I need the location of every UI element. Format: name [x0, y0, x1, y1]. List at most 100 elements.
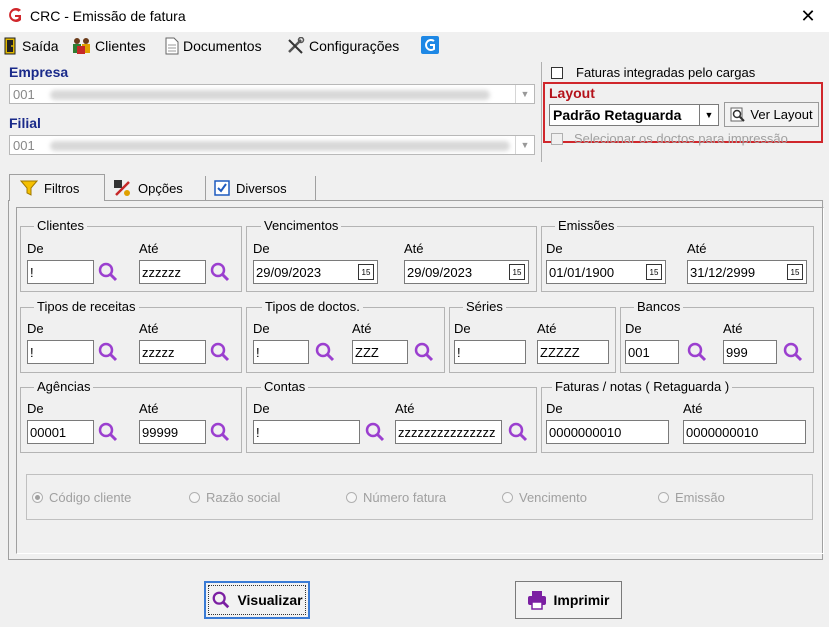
ver-layout-button[interactable]: Ver Layout [724, 102, 819, 127]
series-ate-label: Até [537, 321, 557, 336]
window-title: CRC - Emissão de fatura [30, 8, 186, 24]
search-icon[interactable] [209, 261, 231, 283]
app-logo-icon [9, 8, 21, 22]
search-icon[interactable] [97, 261, 119, 283]
contas-de-label: De [253, 401, 270, 416]
clientes-de-label: De [27, 241, 44, 256]
filial-combo[interactable]: 001 ▼ [9, 135, 535, 155]
bancos-de-input[interactable]: 001 [625, 340, 679, 364]
group-tipos-doctos-title: Tipos de doctos. [262, 299, 363, 314]
tipos-doctos-ate-label: Até [352, 321, 372, 336]
group-contas-title: Contas [261, 379, 309, 394]
selecionar-doctos-checkbox[interactable] [551, 133, 563, 145]
search-icon[interactable] [314, 341, 336, 363]
calendar-icon[interactable]: 15 [787, 264, 803, 280]
agencias-ate-input[interactable]: 99999 [139, 420, 206, 444]
document-icon [165, 37, 179, 55]
calendar-icon[interactable]: 15 [646, 264, 662, 280]
vencimentos-de-input[interactable]: 29/09/2023 15 [253, 260, 378, 284]
group-series-title: Séries [463, 299, 506, 314]
menu-saida-label: Saída [22, 38, 59, 54]
faturas-de-input[interactable]: 0000000010 [546, 420, 669, 444]
clientes-ate-input[interactable]: zzzzzz [139, 260, 206, 284]
faturas-ate-label: Até [683, 401, 703, 416]
chevron-down-icon[interactable]: ▼ [515, 85, 534, 103]
radio-emissao[interactable]: Emissão [658, 490, 725, 505]
radio-dot [32, 492, 43, 503]
vencimentos-ate-label: Até [404, 241, 424, 256]
radio-vencimento[interactable]: Vencimento [502, 490, 587, 505]
search-icon[interactable] [507, 421, 529, 443]
visualizar-button[interactable]: Visualizar [204, 581, 310, 619]
emissoes-ate-input[interactable]: 31/12/2999 15 [687, 260, 807, 284]
search-icon[interactable] [209, 421, 231, 443]
layout-select[interactable]: Padrão Retaguarda ▼ [549, 104, 719, 126]
contas-ate-input[interactable]: zzzzzzzzzzzzzzz [395, 420, 502, 444]
search-icon[interactable] [686, 341, 708, 363]
bancos-ate-input[interactable]: 999 [723, 340, 777, 364]
series-de-input[interactable]: ! [454, 340, 526, 364]
vencimentos-de-label: De [253, 241, 270, 256]
app-g-icon[interactable] [421, 36, 439, 54]
chevron-down-icon[interactable]: ▼ [699, 105, 718, 125]
tipos-receitas-ate-label: Até [139, 321, 159, 336]
menu-configuracoes-label: Configurações [309, 38, 400, 54]
layout-label: Layout [549, 85, 595, 101]
tab-diversos-label: Diversos [236, 180, 287, 196]
search-icon[interactable] [97, 341, 119, 363]
tab-opcoes[interactable]: Opções [108, 176, 206, 200]
calendar-icon[interactable]: 15 [358, 264, 374, 280]
agencias-de-label: De [27, 401, 44, 416]
menu-configuracoes[interactable]: Configurações [286, 36, 399, 56]
empresa-value: 001 [13, 87, 35, 102]
radio-numero-fatura[interactable]: Número fatura [346, 490, 446, 505]
menu-clientes-label: Clientes [95, 38, 146, 54]
tools-icon [288, 37, 305, 54]
tab-filtros-label: Filtros [44, 180, 80, 196]
faturas-ate-input[interactable]: 0000000010 [683, 420, 806, 444]
emissoes-ate-label: Até [687, 241, 707, 256]
filter-icon [20, 180, 38, 196]
tab-diversos[interactable]: Diversos [208, 176, 316, 200]
radio-razao-social[interactable]: Razão social [189, 490, 280, 505]
chevron-down-icon[interactable]: ▼ [515, 136, 534, 154]
selecionar-doctos-label: Selecionar os doctos para impressão [574, 131, 788, 146]
menu-clientes[interactable]: Clientes [72, 36, 146, 56]
contas-de-input[interactable]: ! [253, 420, 360, 444]
search-icon[interactable] [97, 421, 119, 443]
agencias-de-input[interactable]: 00001 [27, 420, 94, 444]
radio-codigo-cliente[interactable]: Código cliente [32, 490, 131, 505]
tipos-receitas-de-input[interactable]: ! [27, 340, 94, 364]
redacted-empresa-name [50, 90, 490, 100]
faturas-integradas-checkbox[interactable] [551, 67, 563, 79]
ver-layout-label: Ver Layout [750, 107, 813, 122]
menu-documentos[interactable]: Documentos [164, 36, 262, 56]
menu-saida[interactable]: Saída [3, 36, 59, 56]
imprimir-button[interactable]: Imprimir [515, 581, 622, 619]
magnifier-document-icon [730, 107, 746, 122]
group-clientes-title: Clientes [34, 218, 87, 233]
checkbox-icon [214, 180, 230, 196]
tab-filtros[interactable]: Filtros [9, 174, 105, 201]
tab-opcoes-label: Opções [138, 180, 183, 196]
clientes-de-input[interactable]: ! [27, 260, 94, 284]
search-icon[interactable] [209, 341, 231, 363]
series-ate-input[interactable]: ZZZZZ [537, 340, 609, 364]
calendar-icon[interactable]: 15 [509, 264, 525, 280]
empresa-combo[interactable]: 001 ▼ [9, 84, 535, 104]
tipos-doctos-ate-input[interactable]: ZZZ [352, 340, 408, 364]
search-icon[interactable] [364, 421, 386, 443]
redacted-filial-name [50, 141, 510, 151]
menu-documentos-label: Documentos [183, 38, 262, 54]
emissoes-de-input[interactable]: 01/01/1900 15 [546, 260, 666, 284]
search-icon[interactable] [413, 341, 435, 363]
faturas-integradas-label: Faturas integradas pelo cargas [576, 65, 756, 80]
search-icon[interactable] [782, 341, 804, 363]
vencimentos-ate-input[interactable]: 29/09/2023 15 [404, 260, 529, 284]
tipos-receitas-ate-input[interactable]: zzzzz [139, 340, 206, 364]
close-button[interactable]: ✕ [796, 4, 820, 28]
focus-ring [208, 585, 306, 615]
tipos-doctos-de-input[interactable]: ! [253, 340, 309, 364]
radio-dot [658, 492, 669, 503]
filial-value: 001 [13, 138, 35, 153]
